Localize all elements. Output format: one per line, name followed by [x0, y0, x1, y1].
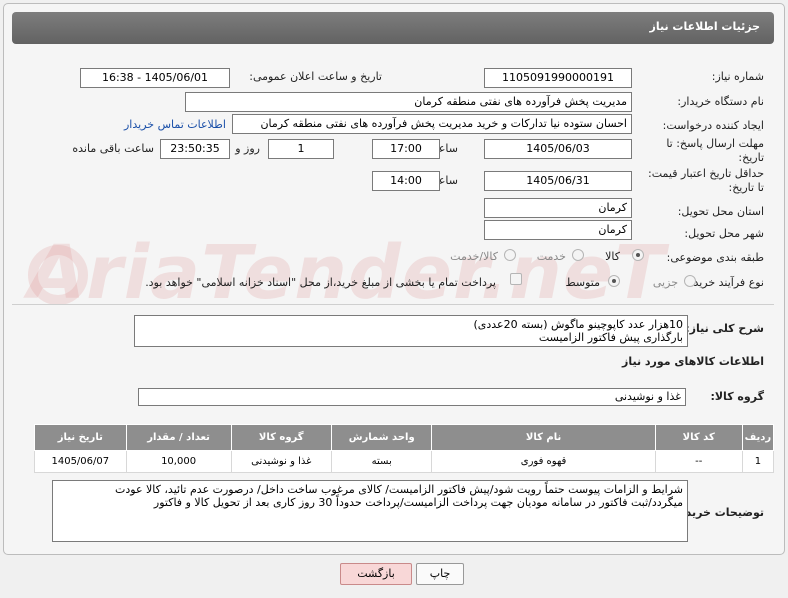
category-service-label: خدمت — [536, 250, 566, 263]
col-row: ردیف — [741, 424, 775, 451]
goods-group-field: غذا و نوشیدنی — [138, 388, 686, 406]
validity-label: حداقل تاریخ اعتبار قیمت: — [648, 167, 764, 180]
back-button[interactable]: بازگشت — [340, 563, 412, 585]
province-field: کرمان — [484, 198, 632, 218]
need-number-field: 1105091990000191 — [484, 68, 632, 88]
category-both-radio[interactable] — [504, 249, 516, 261]
category-label: طبقه بندی موضوعی: — [666, 251, 764, 264]
description-line-2: بارگذاری پیش فاکتور الزامیست — [538, 331, 683, 344]
cell-row: 1 — [741, 450, 775, 473]
requester-label: ایجاد کننده درخواست: — [662, 119, 764, 132]
remaining-label: ساعت باقی مانده — [72, 142, 154, 155]
cell-code: -- — [654, 450, 743, 473]
category-both-label: کالا/خدمت — [450, 250, 498, 263]
panel-header: جزئیات اطلاعات نیاز — [12, 12, 774, 44]
treasury-payment-checkbox[interactable] — [510, 273, 522, 285]
buyer-notes-textarea[interactable]: شرایط و الزامات پیوست حتماً رویت شود/پیش… — [52, 480, 688, 542]
page-title: جزئیات اطلاعات نیاز — [649, 20, 761, 33]
process-label: نوع فرآیند خرید : — [686, 276, 764, 289]
section-divider — [12, 304, 774, 305]
announce-field: 1405/06/01 - 16:38 — [80, 68, 230, 88]
goods-table: ردیف کد کالا نام کالا واحد شمارش گروه کا… — [34, 424, 775, 473]
col-name: نام کالا — [431, 424, 656, 451]
description-textarea[interactable]: 10هزار عدد کاپوچینو ماگوش (بسته 20عددی) … — [134, 315, 688, 347]
cell-name: قهوه فوری — [431, 450, 656, 473]
col-group: گروه کالا — [230, 424, 332, 451]
cell-date: 1405/06/07 — [34, 450, 127, 473]
city-label: شهر محل تحویل: — [684, 227, 764, 240]
need-number-label: شماره نیاز: — [711, 70, 764, 83]
deadline-label-date: تاریخ: — [738, 151, 764, 164]
cell-unit: بسته — [330, 450, 433, 473]
validity-label-date: تا تاریخ: — [728, 181, 764, 194]
process-minor-radio[interactable] — [684, 275, 696, 287]
col-code: کد کالا — [654, 424, 743, 451]
days-label: روز و — [235, 142, 260, 155]
description-label: شرح کلی نیاز: — [685, 322, 764, 335]
description-line-1: 10هزار عدد کاپوچینو ماگوش (بسته 20عددی) — [473, 318, 683, 331]
col-date: تاریخ نیاز — [34, 424, 127, 451]
requester-field: احسان ستوده نیا تدارکات و خرید مدیریت پخ… — [232, 114, 632, 134]
deadline-date-field: 1405/06/03 — [484, 139, 632, 159]
table-row: 1 -- قهوه فوری بسته غذا و نوشیدنی 10,000… — [34, 450, 775, 473]
treasury-payment-note: پرداخت تمام یا بخشی از مبلغ خرید،از محل … — [145, 276, 496, 289]
buyer-contact-link[interactable]: اطلاعات تماس خریدار — [124, 118, 226, 131]
col-quantity: تعداد / مقدار — [125, 424, 232, 451]
days-field: 1 — [268, 139, 334, 159]
goods-section-title: اطلاعات کالاهای مورد نیاز — [622, 355, 764, 368]
announce-label: تاریخ و ساعت اعلان عمومی: — [249, 70, 382, 83]
city-field: کرمان — [484, 220, 632, 240]
buyer-notes-line-1: شرایط و الزامات پیوست حتماً رویت شود/پیش… — [115, 483, 683, 496]
cell-group: غذا و نوشیدنی — [230, 450, 332, 473]
process-minor-label: جزیی — [652, 276, 678, 289]
col-unit: واحد شمارش — [330, 424, 433, 451]
buyer-org-field: مدیریت پخش فرآورده های نفتی منطقه کرمان — [185, 92, 632, 112]
remaining-time-field: 23:50:35 — [160, 139, 230, 159]
print-button[interactable]: چاپ — [416, 563, 464, 585]
validity-date-field: 1405/06/31 — [484, 171, 632, 191]
category-service-radio[interactable] — [572, 249, 584, 261]
goods-group-label: گروه کالا: — [710, 390, 764, 403]
buyer-notes-line-2: میگردد/ثبت فاکتور در سامانه مودیان جهت پ… — [153, 496, 683, 509]
validity-time-field: 14:00 — [372, 171, 440, 191]
deadline-time-field: 17:00 — [372, 139, 440, 159]
buyer-org-label: نام دستگاه خریدار: — [677, 95, 764, 108]
process-medium-label: متوسط — [565, 276, 600, 289]
cell-quantity: 10,000 — [125, 450, 232, 473]
process-medium-radio[interactable] — [608, 275, 620, 287]
province-label: استان محل تحویل: — [677, 205, 764, 218]
category-goods-radio[interactable] — [632, 249, 644, 261]
deadline-label: مهلت ارسال پاسخ: تا — [666, 137, 764, 150]
category-goods-label: کالا — [605, 250, 620, 263]
